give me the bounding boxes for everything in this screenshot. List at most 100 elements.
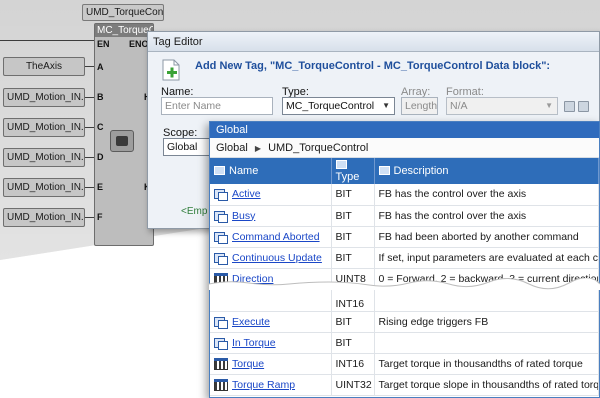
format-select[interactable]: N/A ▼ bbox=[446, 97, 558, 115]
member-link-icon bbox=[214, 188, 228, 202]
pin-f: F bbox=[97, 212, 103, 222]
output-tag-box[interactable]: UMD_TorqueContr... bbox=[82, 4, 164, 21]
breadcrumb-item-global[interactable]: Global bbox=[216, 142, 248, 154]
column-header-description[interactable]: Description bbox=[374, 158, 599, 184]
table-row[interactable]: Torque INT16 Target torque in thousandth… bbox=[210, 353, 599, 375]
format-select-value: N/A bbox=[450, 100, 468, 112]
column-header-type[interactable]: Type bbox=[331, 158, 375, 184]
tag-type: BIT bbox=[331, 205, 375, 227]
tag-name-link[interactable]: Torque Ramp bbox=[232, 379, 295, 391]
pin-eno: ENO bbox=[129, 39, 149, 49]
input-box-d[interactable]: UMD_Motion_IN... bbox=[3, 148, 85, 167]
name-input[interactable]: Enter Name bbox=[161, 97, 273, 115]
motion-block-icon bbox=[110, 130, 134, 152]
tag-editor-title: Tag Editor bbox=[148, 32, 599, 52]
pin-en: EN bbox=[97, 39, 110, 49]
tag-name-link[interactable]: Command Aborted bbox=[232, 231, 320, 243]
pin-d: D bbox=[97, 152, 104, 162]
tag-description: Target torque in thousandths of rated to… bbox=[374, 353, 599, 375]
pin-e: E bbox=[97, 182, 104, 192]
tag-type: BIT bbox=[331, 184, 375, 206]
tag-editor-heading: Add New Tag, "MC_TorqueControl - MC_Torq… bbox=[195, 60, 551, 72]
wire-b bbox=[85, 97, 94, 98]
breadcrumb-item-current[interactable]: UMD_TorqueControl bbox=[268, 142, 368, 154]
new-tag-icon bbox=[162, 59, 180, 81]
table-row[interactable]: Execute BIT Rising edge triggers FB bbox=[210, 311, 599, 333]
tag-type: BIT bbox=[331, 332, 375, 354]
pin-c: C bbox=[97, 122, 104, 132]
rung-line-en bbox=[0, 40, 94, 41]
pin-a: A bbox=[97, 62, 104, 72]
type-select-value: MC_TorqueControl bbox=[286, 100, 375, 112]
column-type-label: Type bbox=[335, 171, 360, 183]
pin-b: B bbox=[97, 92, 104, 102]
table-row[interactable]: Command Aborted BIT FB had been aborted … bbox=[210, 226, 599, 248]
tag-name-link[interactable]: Execute bbox=[232, 316, 270, 328]
table-row[interactable]: In Torque BIT bbox=[210, 332, 599, 354]
type-icon bbox=[335, 160, 347, 169]
tag-type: BIT bbox=[331, 226, 375, 248]
torn-edge bbox=[209, 278, 600, 290]
wire-a bbox=[85, 66, 94, 67]
input-box-f[interactable]: UMD_Motion_IN... bbox=[3, 208, 85, 227]
breadcrumb: Global ▶ UMD_TorqueControl bbox=[210, 138, 599, 158]
array-icon bbox=[214, 378, 228, 391]
table-header-row: Name Type Description bbox=[210, 158, 599, 184]
chevron-right-icon: ▶ bbox=[254, 144, 262, 153]
column-header-name[interactable]: Name bbox=[210, 158, 332, 184]
member-link-icon bbox=[214, 316, 228, 329]
table-row[interactable]: Torque Ramp UINT32 Target torque slope i… bbox=[210, 374, 599, 396]
table-row[interactable]: Active BIT FB has the control over the a… bbox=[210, 184, 599, 206]
tag-description: Target torque slope in thousandths of ra… bbox=[374, 374, 599, 396]
options-icon[interactable] bbox=[578, 101, 589, 112]
member-link-icon bbox=[214, 210, 228, 223]
input-box-a[interactable]: TheAxis bbox=[3, 57, 85, 76]
empty-slot-label: <Emp bbox=[181, 206, 208, 217]
type-select[interactable]: MC_TorqueControl ▼ bbox=[282, 97, 395, 115]
member-link-icon bbox=[214, 337, 228, 350]
tag-name-link[interactable]: Busy bbox=[232, 210, 255, 222]
column-description-label: Description bbox=[393, 165, 449, 177]
tag-description: FB had been aborted by another command bbox=[374, 226, 599, 248]
wire-e bbox=[85, 187, 94, 188]
tag-name-link[interactable]: Active bbox=[232, 188, 261, 200]
description-icon bbox=[378, 166, 390, 175]
member-link-icon bbox=[214, 231, 228, 244]
table-row-partial: INT16 bbox=[210, 289, 599, 312]
table-row[interactable]: Busy BIT FB has the control over the axi… bbox=[210, 205, 599, 227]
function-block-title: MC_TorqueC... bbox=[95, 24, 153, 37]
chevron-down-icon: ▼ bbox=[545, 101, 553, 110]
wire-d bbox=[85, 157, 94, 158]
chevron-down-icon: ▼ bbox=[382, 101, 390, 110]
input-box-e[interactable]: UMD_Motion_IN... bbox=[3, 178, 85, 197]
global-panel-title: Global bbox=[210, 122, 599, 138]
tag-type: BIT bbox=[331, 311, 375, 333]
tag-description: FB has the control over the axis bbox=[374, 205, 599, 227]
tag-description: Rising edge triggers FB bbox=[374, 311, 599, 333]
member-link-icon bbox=[214, 252, 228, 265]
input-box-c[interactable]: UMD_Motion_IN... bbox=[3, 118, 85, 137]
global-tags-panel: Global Global ▶ UMD_TorqueControl Name T… bbox=[209, 121, 600, 398]
tag-description: FB has the control over the axis bbox=[374, 184, 599, 206]
scope-select-value: Global bbox=[167, 141, 198, 153]
tag-name-link[interactable]: Continuous Update bbox=[232, 252, 322, 264]
save-icon[interactable] bbox=[564, 101, 575, 112]
tag-name-link[interactable]: Torque bbox=[232, 358, 264, 370]
tag-name-link[interactable]: In Torque bbox=[232, 337, 276, 349]
tag-description bbox=[374, 332, 599, 354]
tag-type: INT16 bbox=[331, 353, 375, 375]
array-length-input[interactable]: Length bbox=[401, 97, 438, 115]
tag-icon bbox=[214, 166, 225, 175]
tags-table: Name Type Description Active BIT FB has … bbox=[210, 158, 599, 396]
tag-type: BIT bbox=[331, 247, 375, 269]
tag-type: INT16 bbox=[331, 289, 375, 312]
wire-c bbox=[85, 127, 94, 128]
wire-f bbox=[85, 217, 94, 218]
tag-type: UINT32 bbox=[331, 374, 375, 396]
scope-select[interactable]: Global bbox=[163, 138, 211, 156]
tag-description: If set, input parameters are evaluated a… bbox=[374, 247, 599, 269]
input-box-b[interactable]: UMD_Motion_IN... bbox=[3, 88, 85, 107]
table-row[interactable]: Continuous Update BIT If set, input para… bbox=[210, 247, 599, 269]
array-icon bbox=[214, 357, 228, 370]
column-name-label: Name bbox=[229, 165, 259, 177]
